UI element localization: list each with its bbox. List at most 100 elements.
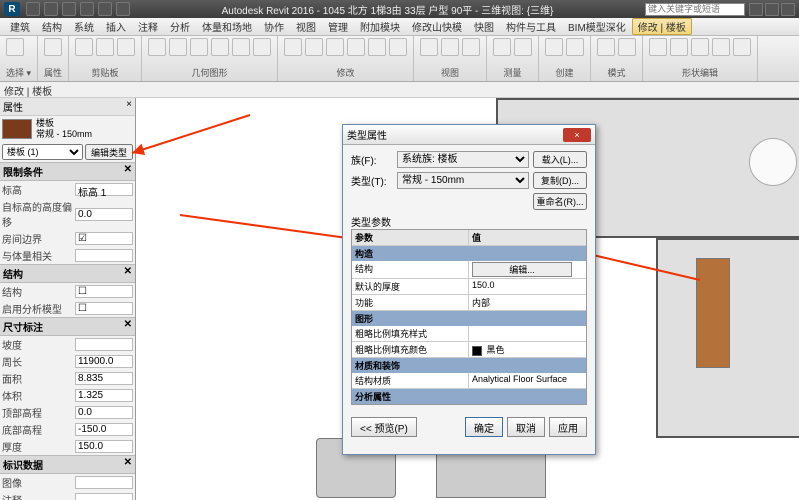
qat-measure-icon[interactable]: [116, 2, 130, 16]
ribbon-button-icon[interactable]: [347, 38, 365, 56]
ribbon-button-icon[interactable]: [211, 38, 229, 56]
ribbon-button-icon[interactable]: [117, 38, 135, 56]
menu-tab[interactable]: 建筑: [4, 19, 36, 34]
ribbon-button-icon[interactable]: [389, 38, 407, 56]
param-value[interactable]: 150.0: [469, 279, 586, 295]
ribbon-button-icon[interactable]: [75, 38, 93, 56]
property-value[interactable]: 150.0: [75, 440, 133, 453]
ribbon-button-icon[interactable]: [305, 38, 323, 56]
param-group-header[interactable]: 分析属性: [352, 389, 586, 404]
qat-print-icon[interactable]: [98, 2, 112, 16]
search-input[interactable]: [645, 3, 745, 16]
family-select[interactable]: 系统族: 楼板: [397, 151, 529, 168]
property-value[interactable]: 1.325: [75, 389, 133, 402]
property-value[interactable]: 0.0: [75, 406, 133, 419]
ribbon-button-icon[interactable]: [232, 38, 250, 56]
close-icon[interactable]: [781, 3, 795, 16]
menu-tab[interactable]: 协作: [258, 19, 290, 34]
menu-tab[interactable]: 修改 | 楼板: [632, 18, 692, 35]
palette-section-header[interactable]: 限制条件✕: [0, 162, 135, 181]
qat-undo-icon[interactable]: [62, 2, 76, 16]
property-value[interactable]: [75, 493, 133, 500]
ribbon-button-icon[interactable]: [253, 38, 271, 56]
menu-tab[interactable]: 快图: [468, 19, 500, 34]
ribbon-button-icon[interactable]: [462, 38, 480, 56]
menu-tab[interactable]: 视图: [290, 19, 322, 34]
menu-tab[interactable]: BIM模型深化: [562, 19, 632, 34]
ribbon-button-icon[interactable]: [326, 38, 344, 56]
ok-button[interactable]: 确定: [465, 417, 503, 437]
ribbon-button-icon[interactable]: [649, 38, 667, 56]
ribbon-button-icon[interactable]: [566, 38, 584, 56]
ribbon-button-icon[interactable]: [6, 38, 24, 56]
ribbon-button-icon[interactable]: [190, 38, 208, 56]
preview-button[interactable]: << 预览(P): [351, 417, 417, 437]
ribbon-button-icon[interactable]: [368, 38, 386, 56]
menu-tab[interactable]: 结构: [36, 19, 68, 34]
qat-save-icon[interactable]: [44, 2, 58, 16]
palette-close-icon[interactable]: ×: [126, 99, 132, 114]
menu-tab[interactable]: 附加模块: [354, 19, 406, 34]
type-selector[interactable]: 楼板 (1): [2, 144, 83, 160]
property-value[interactable]: ☐: [75, 285, 133, 298]
param-group-header[interactable]: 构造: [352, 246, 586, 261]
maximize-icon[interactable]: [765, 3, 779, 16]
edit-type-button[interactable]: 编辑类型: [85, 144, 133, 160]
property-value[interactable]: [75, 338, 133, 351]
param-value[interactable]: 编辑...: [469, 261, 586, 279]
palette-section-header[interactable]: 尺寸标注✕: [0, 317, 135, 336]
ribbon-button-icon[interactable]: [148, 38, 166, 56]
ribbon-button-icon[interactable]: [514, 38, 532, 56]
ribbon-button-icon[interactable]: [618, 38, 636, 56]
ribbon-button-icon[interactable]: [670, 38, 688, 56]
palette-section-header[interactable]: 结构✕: [0, 264, 135, 283]
dialog-close-icon[interactable]: ×: [563, 128, 591, 142]
property-value[interactable]: -150.0: [75, 423, 133, 436]
property-value[interactable]: 0.0: [75, 208, 133, 221]
menu-tab[interactable]: 注释: [132, 19, 164, 34]
menu-tab[interactable]: 管理: [322, 19, 354, 34]
view-cube[interactable]: [749, 138, 797, 186]
ribbon-button-icon[interactable]: [733, 38, 751, 56]
menu-tab[interactable]: 修改山快模: [406, 19, 468, 34]
property-value[interactable]: [75, 476, 133, 489]
ribbon-button-icon[interactable]: [493, 38, 511, 56]
qat-open-icon[interactable]: [26, 2, 40, 16]
menu-tab[interactable]: 分析: [164, 19, 196, 34]
edit-structure-button[interactable]: 编辑...: [472, 262, 572, 277]
menu-tab[interactable]: 系统: [68, 19, 100, 34]
palette-section-header[interactable]: 标识数据✕: [0, 455, 135, 474]
minimize-icon[interactable]: [749, 3, 763, 16]
rename-button[interactable]: 重命名(R)...: [533, 193, 587, 210]
param-value[interactable]: 内部: [469, 295, 586, 311]
property-value[interactable]: [75, 249, 133, 262]
ribbon-button-icon[interactable]: [169, 38, 187, 56]
cancel-button[interactable]: 取消: [507, 417, 545, 437]
param-value[interactable]: [469, 404, 586, 405]
param-value[interactable]: [469, 326, 586, 342]
ribbon-button-icon[interactable]: [441, 38, 459, 56]
ribbon-button-icon[interactable]: [712, 38, 730, 56]
qat-redo-icon[interactable]: [80, 2, 94, 16]
duplicate-button[interactable]: 复制(D)...: [533, 172, 587, 189]
apply-button[interactable]: 应用: [549, 417, 587, 437]
ribbon-button-icon[interactable]: [284, 38, 302, 56]
ribbon-button-icon[interactable]: [597, 38, 615, 56]
param-group-header[interactable]: 图形: [352, 311, 586, 326]
property-value[interactable]: ☑: [75, 232, 133, 245]
load-button[interactable]: 载入(L)...: [533, 151, 587, 168]
param-group-header[interactable]: 材质和装饰: [352, 358, 586, 373]
type-select[interactable]: 常规 - 150mm: [397, 172, 529, 189]
ribbon-button-icon[interactable]: [96, 38, 114, 56]
menu-tab[interactable]: 构件与工具: [500, 19, 562, 34]
ribbon-button-icon[interactable]: [545, 38, 563, 56]
property-value[interactable]: 11900.0: [75, 355, 133, 368]
property-value[interactable]: 8.835: [75, 372, 133, 385]
ribbon-button-icon[interactable]: [44, 38, 62, 56]
ribbon-button-icon[interactable]: [691, 38, 709, 56]
menu-tab[interactable]: 体量和场地: [196, 19, 258, 34]
param-value[interactable]: Analytical Floor Surface: [469, 373, 586, 389]
property-value[interactable]: ☐: [75, 302, 133, 315]
property-value[interactable]: 标高 1: [75, 183, 133, 196]
menu-tab[interactable]: 插入: [100, 19, 132, 34]
